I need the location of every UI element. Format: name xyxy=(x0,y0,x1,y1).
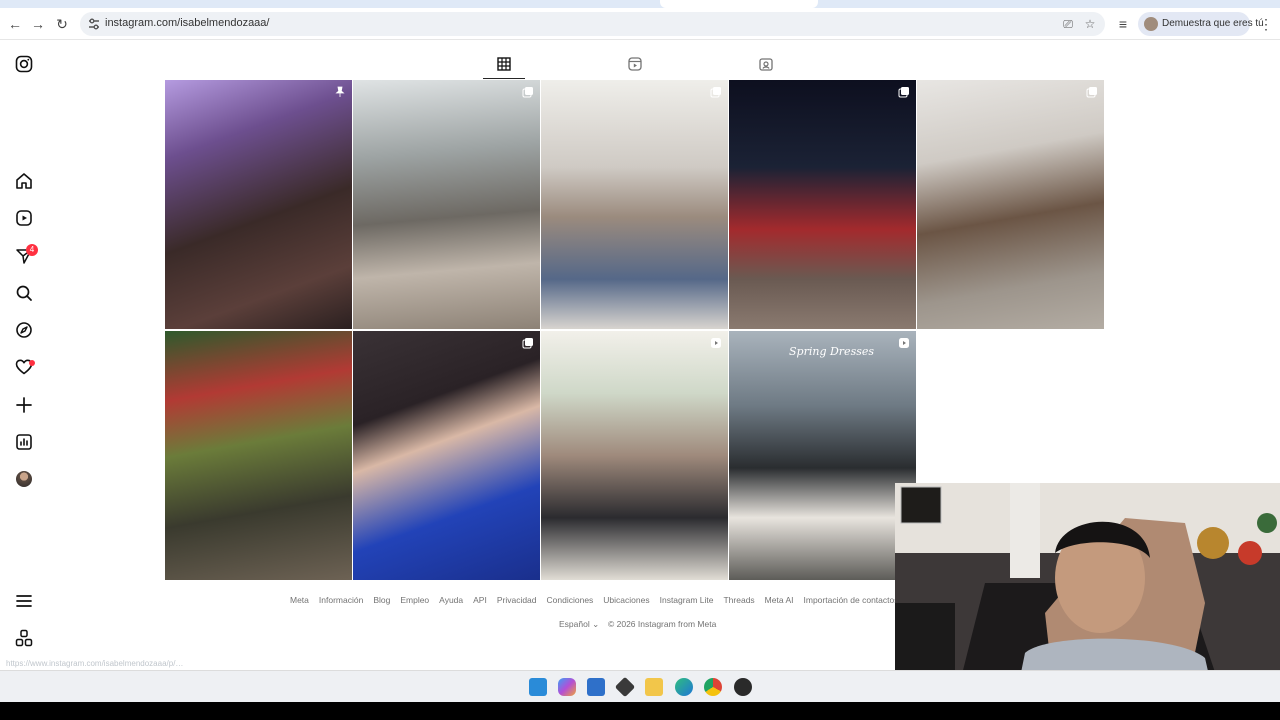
create-icon[interactable] xyxy=(14,395,34,415)
chrome-icon[interactable] xyxy=(704,678,722,696)
screen: ← → ↻ instagram.com/isabelmendozaaa/ ⎚ ☆… xyxy=(0,0,1280,720)
dashboard-icon[interactable] xyxy=(14,432,34,452)
post-tile-1[interactable] xyxy=(165,80,352,329)
pin-icon xyxy=(334,86,346,98)
footer-copyright: © 2026 Instagram from Meta xyxy=(608,619,717,629)
forward-button[interactable]: → xyxy=(28,14,48,34)
footer-link[interactable]: Meta AI xyxy=(765,595,794,605)
post-overlay-text: Spring Dresses xyxy=(789,345,875,358)
status-bar-url: https://www.instagram.com/isabelmendozaa… xyxy=(6,659,184,668)
carousel-icon xyxy=(710,86,722,98)
url-text[interactable]: instagram.com/isabelmendozaaa/ xyxy=(105,17,269,29)
reels-icon[interactable] xyxy=(14,208,34,228)
post-tile-6[interactable] xyxy=(165,331,352,580)
bookmark-star-icon[interactable]: ☆ xyxy=(1082,16,1098,32)
browser-menu-icon[interactable]: ⋮ xyxy=(1256,14,1276,34)
post-tile-3[interactable] xyxy=(541,80,728,329)
footer-link[interactable]: Empleo xyxy=(400,595,429,605)
install-app-icon[interactable]: ⎚ xyxy=(1060,16,1076,32)
post-tile-4[interactable] xyxy=(729,80,916,329)
footer-links: Meta Información Blog Empleo Ayuda API Privaci… xyxy=(290,595,895,609)
reel-icon xyxy=(710,337,722,349)
active-tab-indicator xyxy=(483,78,525,79)
reload-button[interactable]: ↻ xyxy=(52,14,72,34)
post-tile-5[interactable] xyxy=(917,80,1104,329)
browser-tabstrip xyxy=(0,0,1280,8)
footer-link[interactable]: API xyxy=(473,595,487,605)
post-tile-7[interactable] xyxy=(353,331,540,580)
site-info-icon[interactable] xyxy=(86,16,102,32)
also-from-meta-icon[interactable] xyxy=(14,628,34,648)
carousel-icon xyxy=(522,86,534,98)
messages-badge: 4 xyxy=(26,244,38,256)
carousel-icon xyxy=(522,337,534,349)
post-tile-2[interactable] xyxy=(353,80,540,329)
more-menu-icon[interactable] xyxy=(14,591,34,611)
footer-link[interactable]: Meta xyxy=(290,595,309,605)
tab-tagged-icon[interactable] xyxy=(758,56,774,72)
tab-posts-grid-icon[interactable] xyxy=(496,56,512,72)
post-tile-8[interactable] xyxy=(541,331,728,580)
language-select[interactable]: Español ⌄ xyxy=(559,619,599,630)
browser-toolbar: ← → ↻ instagram.com/isabelmendozaaa/ ⎚ ☆… xyxy=(0,8,1280,40)
footer-link[interactable]: Importación de contactos y no usuarios xyxy=(804,595,896,605)
footer-link[interactable]: Instagram Lite xyxy=(660,595,714,605)
footer-link[interactable]: Blog xyxy=(373,595,390,605)
screen-bottom-bar xyxy=(0,702,1280,720)
file-explorer-icon[interactable] xyxy=(645,678,663,696)
profile-chip-label: Demuestra que eres tú xyxy=(1162,18,1264,29)
active-tab[interactable] xyxy=(660,0,818,8)
home-icon[interactable] xyxy=(14,171,34,191)
tab-reels-icon[interactable] xyxy=(627,56,643,72)
reel-icon xyxy=(898,337,910,349)
reading-list-icon[interactable]: ≡ xyxy=(1113,14,1133,34)
store-icon[interactable] xyxy=(587,678,605,696)
instagram-logo-icon[interactable] xyxy=(14,54,34,74)
address-bar[interactable]: instagram.com/isabelmendozaaa/ ⎚ ☆ xyxy=(80,12,1105,36)
copilot-icon[interactable] xyxy=(558,678,576,696)
carousel-icon xyxy=(898,86,910,98)
windows-taskbar xyxy=(0,670,1280,702)
browser-profile-chip[interactable]: Demuestra que eres tú xyxy=(1138,12,1264,36)
obs-icon[interactable] xyxy=(734,678,752,696)
explore-icon[interactable] xyxy=(14,320,34,340)
post-tile-9[interactable]: Spring Dresses xyxy=(729,331,916,580)
search-icon[interactable] xyxy=(14,283,34,303)
profile-avatar-icon xyxy=(1144,17,1158,31)
footer-link[interactable]: Condiciones xyxy=(547,595,594,605)
app-icon[interactable] xyxy=(614,676,636,698)
notifications-dot xyxy=(29,360,35,366)
carousel-icon xyxy=(1086,86,1098,98)
profile-avatar[interactable] xyxy=(16,471,32,487)
windows-start-icon[interactable] xyxy=(529,678,547,696)
footer-link[interactable]: Privacidad xyxy=(497,595,537,605)
edge-icon[interactable] xyxy=(675,678,693,696)
back-button[interactable]: ← xyxy=(5,14,25,34)
footer-link[interactable]: Información xyxy=(319,595,363,605)
footer-link[interactable]: Ubicaciones xyxy=(603,595,649,605)
footer-link[interactable]: Threads xyxy=(723,595,754,605)
footer-link[interactable]: Ayuda xyxy=(439,595,463,605)
